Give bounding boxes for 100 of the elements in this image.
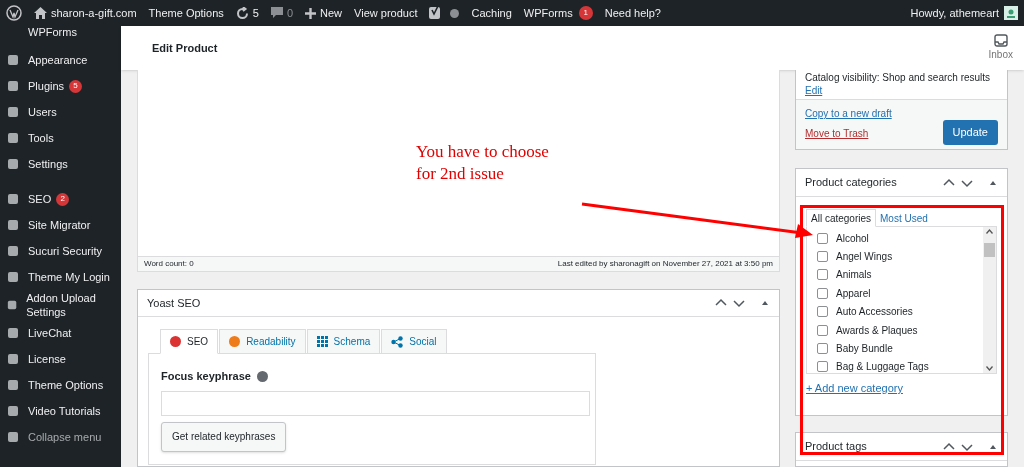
scroll-thumb[interactable] bbox=[984, 243, 995, 257]
checkbox[interactable] bbox=[817, 251, 828, 263]
annotation-text: You have to choose for 2nd issue bbox=[416, 141, 550, 185]
notification-badge: 1 bbox=[578, 6, 593, 20]
category-option[interactable]: Bag & Luggage Tags bbox=[817, 357, 983, 373]
category-option[interactable]: Auto Accessories bbox=[817, 302, 983, 321]
menu-icon bbox=[7, 271, 19, 283]
wordpress-logo-icon[interactable] bbox=[6, 5, 22, 21]
category-option[interactable]: Animals bbox=[817, 265, 983, 285]
grid-icon bbox=[316, 336, 328, 347]
keyphrase-input[interactable] bbox=[161, 390, 590, 416]
page-title: Edit Product bbox=[152, 40, 218, 56]
updates-link[interactable]: 5 bbox=[235, 4, 259, 22]
menu-icon bbox=[7, 353, 19, 365]
site-link[interactable]: sharon-a-gift.com bbox=[34, 4, 137, 22]
notification-badge: 2 bbox=[56, 192, 70, 206]
comments-link[interactable]: 0 bbox=[270, 4, 294, 22]
sidebar-item[interactable]: SEO 2 bbox=[0, 186, 121, 212]
sidebar-item[interactable]: Appearance bbox=[0, 47, 121, 73]
comment-icon bbox=[270, 7, 283, 19]
sidebar-item[interactable]: LiveChat bbox=[0, 320, 121, 346]
menu-icon bbox=[7, 132, 19, 144]
sidebar-item[interactable]: Theme My Login bbox=[0, 264, 121, 290]
admin-bar-link[interactable]: Need help? bbox=[604, 4, 661, 22]
sidebar-item[interactable]: Addon Upload Settings bbox=[0, 290, 121, 320]
scroll-down-icon[interactable] bbox=[986, 366, 993, 371]
inbox-label[interactable]: Inbox bbox=[988, 47, 1013, 62]
menu-icon bbox=[7, 54, 19, 66]
add-category-link[interactable]: + Add new category bbox=[806, 380, 997, 397]
menu-icon bbox=[7, 405, 19, 417]
sidebar-item[interactable]: Sucuri Security bbox=[0, 238, 121, 264]
sidebar-item[interactable]: License bbox=[0, 346, 121, 372]
field-label: Focus keyphrase bbox=[161, 369, 251, 384]
help-icon[interactable] bbox=[256, 370, 268, 382]
checkbox[interactable] bbox=[817, 343, 828, 355]
category-option[interactable]: Angel Wings bbox=[817, 247, 983, 266]
sidebar-item[interactable]: Plugins 5 bbox=[0, 73, 121, 99]
panel-title: Product categories bbox=[805, 175, 897, 191]
yoast-tab[interactable]: SEO bbox=[160, 329, 219, 354]
related-keyphrases-button[interactable]: Get related keyphrases bbox=[161, 421, 287, 452]
trash-link[interactable]: Move to Trash bbox=[805, 126, 892, 141]
update-button[interactable]: Update bbox=[942, 120, 998, 145]
sidebar-item[interactable]: Users bbox=[0, 99, 121, 125]
category-tab[interactable]: All categories bbox=[806, 209, 877, 227]
sidebar-item[interactable]: Site Migrator bbox=[0, 212, 121, 238]
category-option[interactable]: Baby Bundle bbox=[817, 339, 983, 358]
admin-bar-link[interactable]: Caching bbox=[471, 4, 512, 22]
home-icon bbox=[34, 7, 47, 19]
new-link[interactable]: New bbox=[305, 4, 343, 22]
copy-draft-link[interactable]: Copy to a new draft bbox=[805, 106, 892, 121]
panel-title: Product tags bbox=[805, 439, 867, 455]
sidebar-item[interactable]: Collapse menu bbox=[0, 424, 121, 450]
word-count: Word count: 0 bbox=[144, 258, 194, 270]
menu-icon bbox=[7, 106, 19, 118]
plus-icon bbox=[305, 7, 317, 19]
sidebar-item[interactable]: Video Tutorials bbox=[0, 398, 121, 424]
menu-icon bbox=[7, 193, 19, 205]
checkbox[interactable] bbox=[817, 306, 828, 318]
category-tab[interactable]: Most Used bbox=[876, 209, 932, 227]
sidebar-item[interactable]: Theme Options bbox=[0, 372, 121, 398]
sidebar-item[interactable]: WPForms bbox=[28, 26, 77, 38]
scrollbar[interactable] bbox=[983, 227, 996, 373]
account-menu[interactable]: Howdy, athemeart bbox=[910, 4, 1018, 22]
refresh-icon bbox=[235, 6, 249, 20]
category-option[interactable]: Apparel bbox=[817, 284, 983, 303]
yoast-tab[interactable]: Social bbox=[381, 329, 447, 354]
admin-bar-link[interactable]: Theme Options bbox=[148, 4, 224, 22]
panel-controls-icon[interactable] bbox=[943, 441, 998, 452]
checkbox[interactable] bbox=[817, 269, 828, 281]
inbox-icon[interactable] bbox=[993, 34, 1008, 47]
category-option[interactable]: Alcohol bbox=[817, 229, 983, 248]
yoast-tab[interactable]: Schema bbox=[306, 329, 381, 354]
checkbox[interactable] bbox=[817, 232, 828, 244]
panel-controls-icon[interactable] bbox=[943, 177, 998, 188]
avatar-icon bbox=[1004, 6, 1018, 20]
edit-link[interactable]: Edit bbox=[805, 84, 823, 97]
share-icon bbox=[391, 335, 404, 348]
panel-controls-icon[interactable] bbox=[715, 298, 770, 308]
panel-title: Yoast SEO bbox=[147, 295, 201, 311]
menu-icon bbox=[7, 158, 19, 170]
notification-badge: 5 bbox=[69, 79, 83, 93]
checkbox[interactable] bbox=[817, 361, 828, 373]
admin-bar-link[interactable]: View product bbox=[354, 4, 418, 22]
sidebar-item[interactable]: Settings bbox=[0, 151, 121, 177]
menu-icon bbox=[7, 379, 19, 391]
admin-bar-link[interactable]: WPForms 1 bbox=[523, 4, 593, 22]
menu-icon bbox=[7, 219, 19, 231]
greeting-text: Howdy, athemeart bbox=[910, 5, 999, 21]
checkbox[interactable] bbox=[817, 287, 828, 299]
menu-icon bbox=[7, 327, 19, 339]
menu-icon bbox=[7, 431, 19, 443]
scroll-up-icon[interactable] bbox=[986, 229, 993, 234]
category-option[interactable]: Awards & Plaques bbox=[817, 320, 983, 340]
menu-icon bbox=[7, 80, 19, 92]
menu-icon bbox=[7, 245, 19, 257]
yoast-tab[interactable]: Readability bbox=[219, 329, 306, 354]
checkbox[interactable] bbox=[817, 324, 828, 336]
sidebar-item[interactable]: Tools bbox=[0, 125, 121, 151]
catalog-visibility-text: Catalog visibility: Shop and search results bbox=[805, 71, 992, 84]
menu-icon bbox=[7, 299, 18, 311]
